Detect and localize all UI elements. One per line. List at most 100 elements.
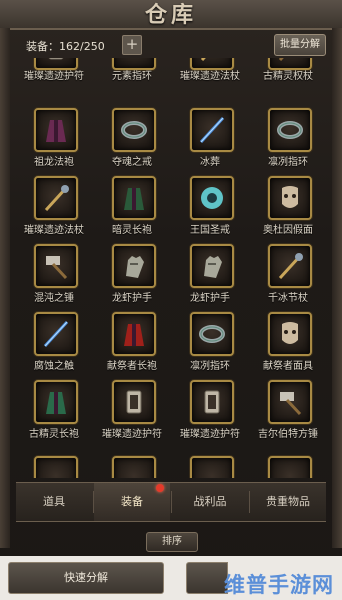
notification-dot [156, 484, 164, 492]
item-cell[interactable]: 献祭者长袍 [94, 312, 170, 382]
item-name: 元素指环 [112, 71, 152, 82]
item-name: 龙虾护手 [190, 293, 230, 304]
item-cell[interactable]: 冰葬 [172, 108, 248, 178]
item-name: 璀璨遗迹护符 [180, 429, 240, 440]
item-cell[interactable]: 祖龙法袍 [16, 108, 92, 178]
item-slot[interactable] [34, 176, 78, 220]
item-cell[interactable]: 献祭者面具 [250, 312, 326, 382]
robe-icon [124, 324, 144, 346]
item-name: 混沌之锤 [34, 293, 74, 304]
tab-valuables[interactable]: 贵重物品 [250, 483, 326, 521]
item-cell[interactable]: 吉尔伯特方锤 [250, 380, 326, 450]
item-slot[interactable] [34, 312, 78, 356]
bottom-bar: 快速分解 维普手游网 [0, 556, 342, 600]
staff-icon [278, 253, 303, 280]
bulk-decompose-button[interactable]: 批量分解 [274, 34, 326, 56]
ring-icon [121, 121, 147, 139]
item-name: 千冰节杖 [268, 293, 308, 304]
item-name: 王国圣戒 [190, 225, 230, 236]
holy-ring-icon [201, 187, 223, 209]
item-slot[interactable] [268, 312, 312, 356]
item-name: 腐蚀之触 [34, 361, 74, 372]
item-cell[interactable]: 王国圣戒 [172, 176, 248, 246]
item-slot[interactable] [190, 456, 234, 478]
item-slot[interactable] [268, 176, 312, 220]
item-slot[interactable] [112, 244, 156, 288]
item-name: 暗灵长袍 [112, 225, 152, 236]
item-slot[interactable] [34, 108, 78, 152]
item-slot[interactable] [112, 312, 156, 356]
item-name: 祖龙法袍 [34, 157, 74, 168]
item-cell[interactable]: 混沌之锤 [16, 244, 92, 314]
item-name: 冰葬 [200, 157, 220, 168]
item-name: 璀璨遗迹护符 [24, 71, 84, 82]
item-name: 璀璨遗迹护符 [102, 429, 162, 440]
item-name: 献祭者长袍 [107, 361, 157, 372]
item-cell[interactable]: 凛冽指环 [250, 108, 326, 178]
item-cell[interactable]: 夺魂之戒 [94, 108, 170, 178]
item-cell[interactable]: 璀璨遗迹护符 [172, 380, 248, 450]
staff-icon [44, 185, 69, 212]
page-title: 仓库 [144, 2, 197, 28]
ring-icon [277, 121, 303, 139]
sort-button[interactable]: 排序 [146, 532, 198, 552]
amulet-icon [126, 390, 142, 414]
item-name: 凛冽指环 [190, 361, 230, 372]
robe-icon [46, 120, 66, 142]
item-cell[interactable]: 龙虾护手 [172, 244, 248, 314]
item-slot[interactable] [112, 456, 156, 478]
item-slot[interactable] [190, 176, 234, 220]
amulet-icon [48, 58, 64, 60]
mask-icon [282, 322, 298, 344]
item-slot[interactable] [268, 244, 312, 288]
item-cell[interactable]: 暗灵长袍 [94, 176, 170, 246]
item-slot[interactable] [268, 108, 312, 152]
item-cell[interactable]: 璀璨遗迹护符 [94, 380, 170, 450]
item-cell[interactable]: 璀璨遗迹法杖 [16, 176, 92, 246]
item-slot[interactable] [112, 380, 156, 424]
ring-icon [199, 325, 225, 343]
category-tabs: 道具 装备 战利品 贵重物品 [16, 482, 326, 522]
item-slot[interactable] [34, 456, 78, 478]
gauntlet-icon [204, 256, 222, 278]
item-name: 古精灵权杖 [263, 71, 313, 82]
quick-decompose-button[interactable]: 快速分解 [8, 562, 164, 594]
item-cell[interactable]: 凛冽指环 [172, 312, 248, 382]
item-name: 献祭者面具 [263, 361, 313, 372]
wand-icon [43, 320, 69, 348]
item-slot[interactable] [112, 108, 156, 152]
scepter-icon [278, 58, 284, 62]
item-cell[interactable]: 千冰节杖 [250, 244, 326, 314]
item-cell[interactable]: 腐蚀之触 [16, 312, 92, 382]
gauntlet-icon [126, 256, 144, 278]
item-cell[interactable]: 龙虾护手 [94, 244, 170, 314]
item-name: 吉尔伯特方锤 [258, 429, 318, 440]
item-slot[interactable] [190, 312, 234, 356]
hammer-icon [280, 392, 302, 416]
inventory-panel: 仓库 装备：162/250 + 批量分解 璀璨遗迹护符 元素指环 璀璨遗迹法杖 古精灵… [0, 0, 342, 600]
item-slot[interactable] [190, 108, 234, 152]
frame-left-rail [0, 28, 10, 548]
tab-loot[interactable]: 战利品 [172, 483, 248, 521]
item-cell[interactable]: 古精灵长袍 [16, 380, 92, 450]
item-grid: 璀璨遗迹护符 元素指环 璀璨遗迹法杖 古精灵权杖 祖龙法袍 夺魂之戒 冰葬 凛冽指环 璀璨遗迹法… [16, 58, 326, 478]
robe-icon [46, 392, 66, 414]
inventory-header: 装备：162/250 + 批量分解 [14, 32, 328, 58]
item-name: 龙虾护手 [112, 293, 152, 304]
item-slot[interactable] [190, 380, 234, 424]
item-slot[interactable] [268, 380, 312, 424]
watermark: 维普手游网 [224, 573, 334, 597]
tab-items[interactable]: 道具 [16, 483, 92, 521]
expand-capacity-button[interactable]: + [122, 35, 142, 55]
amulet-icon [204, 390, 220, 414]
secondary-button[interactable] [186, 562, 228, 594]
item-slot[interactable] [34, 244, 78, 288]
item-name: 璀璨遗迹法杖 [180, 71, 240, 82]
item-slot[interactable] [34, 380, 78, 424]
item-slot[interactable] [112, 176, 156, 220]
wand-icon [199, 116, 225, 144]
item-slot[interactable] [268, 456, 312, 478]
frame-right-rail [332, 28, 342, 548]
item-cell[interactable]: 奥杜因假面 [250, 176, 326, 246]
item-slot[interactable] [190, 244, 234, 288]
